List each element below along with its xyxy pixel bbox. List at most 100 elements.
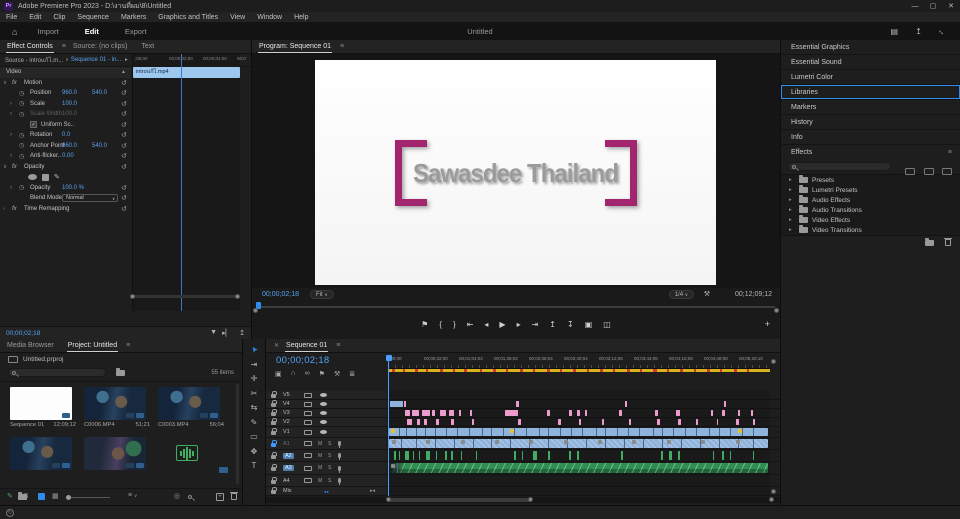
clip-segment-pink[interactable]	[516, 401, 519, 407]
lock-icon[interactable]	[271, 400, 277, 407]
clip-segment-green[interactable]	[460, 451, 463, 460]
param-value[interactable]: 540.0	[92, 90, 107, 96]
freeform-view-icon[interactable]: ▦	[52, 492, 59, 500]
clip-segment-green[interactable]	[418, 451, 421, 460]
fit-dropdown[interactable]: Fit ∨	[310, 290, 334, 299]
maximize-button[interactable]: ▢	[924, 2, 942, 10]
lock-icon[interactable]	[271, 391, 277, 398]
step-back-button[interactable]: ◂	[484, 320, 488, 329]
mute-button[interactable]: M	[318, 453, 322, 459]
tab-project-untitled[interactable]: Project: Untitled	[61, 339, 124, 353]
lock-icon[interactable]	[271, 428, 277, 435]
stopwatch-icon[interactable]: ◷	[19, 142, 24, 149]
linked-selection-toggle[interactable]: ∞	[305, 370, 310, 378]
find-icon[interactable]: ◎	[174, 492, 180, 500]
mark-in-button[interactable]: {	[439, 320, 442, 329]
reset-icon[interactable]: ↺	[121, 152, 127, 160]
clip-segment-pink[interactable]	[424, 419, 427, 425]
source-assign-icon[interactable]	[304, 419, 312, 425]
effects-bin-audio-transitions[interactable]: ▸ Audio Transitions	[781, 205, 960, 215]
param-value[interactable]: 0.0	[62, 132, 70, 138]
item-thumbnail[interactable]	[84, 387, 146, 420]
chevron-icon[interactable]: ∨	[3, 164, 7, 170]
clip-segment-pink[interactable]	[577, 410, 580, 416]
clip-segment-pink[interactable]	[584, 410, 588, 416]
mute-button[interactable]: M	[318, 441, 322, 447]
reset-icon[interactable]: ↺	[121, 110, 127, 118]
stopwatch-icon[interactable]: ◷	[19, 184, 24, 191]
pen-tool[interactable]: ✎	[251, 418, 258, 427]
clip-segment-pink[interactable]	[655, 410, 659, 416]
clip-segment-green[interactable]	[569, 451, 572, 460]
pen-mask-icon[interactable]: ✎	[54, 173, 60, 181]
clip-segment-green[interactable]	[393, 451, 396, 460]
clip-segment-green[interactable]	[426, 451, 430, 460]
track-output-eye-icon[interactable]	[320, 430, 327, 434]
clip-segment-pink[interactable]	[517, 419, 521, 425]
panel-header-essential-graphics[interactable]: Essential Graphics	[781, 40, 960, 55]
clip-segment-pink[interactable]	[737, 410, 741, 416]
chevron-icon[interactable]: ›	[3, 206, 5, 212]
sort-icon[interactable]: ≡ ∨	[128, 492, 137, 499]
effects-bin-audio-effects[interactable]: ▸ Audio Effects	[781, 195, 960, 205]
panel-menu-icon[interactable]: ≡	[336, 342, 340, 349]
clip-segment-pink[interactable]	[657, 419, 660, 425]
clip-segment-green[interactable]	[451, 451, 453, 460]
timeline-settings-button[interactable]: ⚒	[334, 370, 340, 378]
effects-bin-video-effects[interactable]: ▸ Video Effects	[781, 215, 960, 225]
voiceover-mic-icon[interactable]	[338, 478, 341, 485]
track-lane-a4[interactable]	[388, 475, 770, 486]
param-value[interactable]: 960.0	[62, 90, 77, 96]
chevron-icon[interactable]: ▸	[789, 227, 792, 233]
playback-resolution-dropdown[interactable]: 1/4 ∨	[668, 290, 694, 299]
timeline-hscrollbar[interactable]	[266, 497, 780, 503]
clip-segment-pink[interactable]	[439, 410, 447, 416]
rectangle-tool[interactable]: ▭	[250, 432, 258, 441]
menu-file[interactable]: File	[0, 14, 23, 21]
comparison-view-button[interactable]: ◫	[603, 320, 611, 329]
chevron-icon[interactable]: ›	[10, 111, 12, 117]
stopwatch-icon[interactable]: ◷	[19, 100, 24, 107]
clip-segment-green[interactable]	[577, 451, 579, 460]
collapse-icon[interactable]: ▲	[121, 69, 126, 75]
clip-segment-green[interactable]	[678, 451, 680, 460]
source-assign-icon[interactable]	[304, 429, 312, 435]
source-clip-dropdown[interactable]: Source - introแก้ไ.m...	[5, 55, 63, 65]
add-marker-button[interactable]: ⚑	[421, 320, 428, 329]
track-output-eye-icon[interactable]	[320, 402, 327, 406]
lock-icon[interactable]	[271, 464, 277, 471]
clip-segment-blue[interactable]	[389, 401, 404, 407]
param-value[interactable]: 960.0	[62, 143, 77, 149]
clip-segment-pink[interactable]	[431, 410, 435, 416]
stopwatch-icon[interactable]: ◷	[19, 153, 24, 160]
item-thumbnail[interactable]	[10, 387, 72, 420]
solo-button[interactable]: S	[328, 465, 331, 471]
scrollbar-knob-right[interactable]	[235, 293, 240, 299]
add-marker-button[interactable]: ⚑	[319, 370, 325, 378]
effect-controls-playhead[interactable]	[181, 54, 182, 311]
workspace-tab-export[interactable]: Export	[125, 27, 147, 36]
go-to-in-button[interactable]: ⇤	[467, 320, 474, 329]
clip-segment-pink[interactable]	[416, 419, 421, 425]
scroll-knob-left[interactable]	[386, 497, 391, 502]
step-forward-button[interactable]: ▸	[517, 320, 521, 329]
zoom-handle-right[interactable]	[774, 308, 779, 313]
clip-segment-pink[interactable]	[407, 419, 413, 425]
clip-segment-green[interactable]	[752, 451, 755, 460]
param-value[interactable]: 0.00	[62, 153, 74, 159]
reset-icon[interactable]: ↺	[121, 194, 127, 202]
export-frame-button[interactable]: ▣	[585, 320, 593, 329]
clip-segment-pink[interactable]	[750, 410, 754, 416]
stopwatch-icon[interactable]: ◷	[19, 90, 24, 97]
icon-view-icon[interactable]	[38, 493, 45, 500]
effects-search-input[interactable]	[788, 162, 891, 171]
clip-segment-pink[interactable]	[557, 419, 561, 425]
project-item-c0003-mp4[interactable]: C0003.MP4 56;04	[158, 387, 228, 428]
item-name[interactable]: C0003.MP4	[158, 422, 189, 428]
project-item[interactable]	[158, 437, 228, 473]
clip-segment-green[interactable]	[521, 451, 524, 460]
panel-menu-icon[interactable]: ≡	[126, 342, 130, 349]
clip-segment-pink[interactable]	[546, 410, 550, 416]
effect-name[interactable]: Time Remapping	[24, 206, 69, 212]
track-lane-v4[interactable]	[388, 400, 770, 408]
